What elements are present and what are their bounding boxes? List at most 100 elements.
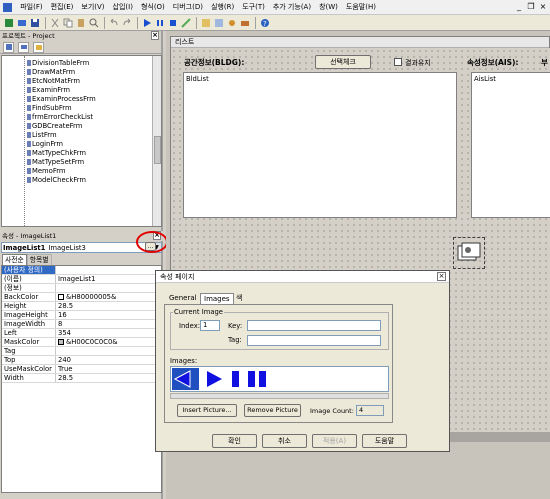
property-value[interactable]: 28.5 (56, 374, 161, 382)
property-value[interactable]: 354 (56, 329, 161, 337)
remove-picture-button[interactable]: Remove Picture (244, 404, 301, 417)
view-excel-icon[interactable] (3, 17, 14, 28)
toggle-folders-icon[interactable] (33, 41, 44, 53)
images-strip-scrollbar[interactable] (170, 393, 389, 399)
project-tree-scrollbar[interactable] (152, 56, 161, 226)
view-code-icon[interactable] (3, 41, 14, 53)
project-tree-item[interactable]: DrawMatFrm (2, 68, 161, 77)
property-row[interactable]: (이름) ImageList1 (2, 275, 161, 284)
ais-listbox[interactable]: AisList (471, 72, 550, 218)
menu-item-9[interactable]: 창(W) (315, 0, 342, 15)
restore-button[interactable]: ❐ (526, 2, 536, 12)
dialog-close-icon[interactable]: × (437, 272, 446, 281)
property-value[interactable]: 240 (56, 356, 161, 364)
property-row[interactable]: (정보) (2, 284, 161, 293)
property-value[interactable]: 16 (56, 311, 161, 319)
break-icon[interactable] (154, 17, 165, 28)
tab-color[interactable]: 색 (233, 293, 245, 304)
project-tree-item[interactable]: ExaminFrm (2, 86, 161, 95)
project-tree-item[interactable]: frmErrorCheckList (2, 113, 161, 122)
property-row[interactable]: Top 240 (2, 356, 161, 365)
design-mode-icon[interactable] (180, 17, 191, 28)
index-field[interactable]: 1 (200, 320, 220, 331)
property-value[interactable]: ImageList1 (56, 275, 161, 283)
run-icon[interactable] (141, 17, 152, 28)
help-button[interactable]: 도움말 (362, 434, 407, 448)
project-tree-item[interactable]: MemoFrm (2, 167, 161, 176)
key-field[interactable] (247, 320, 381, 331)
toolbox-icon[interactable] (239, 17, 250, 28)
property-row[interactable]: ImageHeight 16 (2, 311, 161, 320)
imagelist-control[interactable] (453, 237, 485, 269)
find-icon[interactable] (88, 17, 99, 28)
property-value[interactable] (56, 347, 161, 355)
property-row[interactable]: ImageWidth 8 (2, 320, 161, 329)
property-row[interactable]: MaskColor &H00C0C0C0& (2, 338, 161, 347)
view-object-icon[interactable] (18, 41, 29, 53)
property-value[interactable]: 8 (56, 320, 161, 328)
property-row[interactable]: Left 354 (2, 329, 161, 338)
tab-general[interactable]: General (166, 293, 200, 304)
menu-item-5[interactable]: 디버그(D) (169, 0, 207, 15)
image-thumb-2[interactable] (201, 368, 228, 390)
property-value[interactable]: True (56, 365, 161, 373)
select-check-button[interactable]: 선택체크 (315, 55, 371, 69)
help-icon[interactable]: ? (259, 17, 270, 28)
close-button[interactable]: × (538, 2, 548, 12)
save-icon[interactable] (29, 17, 40, 28)
images-strip[interactable] (170, 366, 389, 392)
image-thumb-3[interactable] (230, 368, 240, 390)
ok-button[interactable]: 확인 (212, 434, 257, 448)
project-tree-item[interactable]: LoginFrm (2, 140, 161, 149)
project-tree-item[interactable]: FindSubFrm (2, 104, 161, 113)
project-tree-item[interactable]: MatTypeChkFrm (2, 149, 161, 158)
project-tree-item[interactable]: ExaminProcessFrm (2, 95, 161, 104)
menu-item-8[interactable]: 추가 기능(A) (269, 0, 315, 15)
keep-result-checkbox[interactable] (394, 58, 402, 66)
minimize-button[interactable]: _ (514, 2, 524, 12)
project-tree-item[interactable]: ModelCheckFrm (2, 176, 161, 185)
undo-icon[interactable] (108, 17, 119, 28)
property-value[interactable]: 28.5 (56, 302, 161, 310)
menu-item-3[interactable]: 삽입(I) (109, 0, 137, 15)
property-row[interactable]: Height 28.5 (2, 302, 161, 311)
property-value[interactable] (56, 284, 161, 292)
property-value[interactable]: &H80000005& (56, 293, 161, 301)
insert-userform-icon[interactable] (16, 17, 27, 28)
properties-window-icon[interactable] (213, 17, 224, 28)
project-panel-close-button[interactable]: × (151, 31, 159, 40)
bldg-listbox[interactable]: BldList (183, 72, 457, 218)
tab-categorized[interactable]: 항목별 (26, 254, 52, 265)
menu-item-0[interactable]: 파일(F) (16, 0, 46, 15)
reset-icon[interactable] (167, 17, 178, 28)
tab-images[interactable]: Images (200, 293, 234, 304)
menu-item-7[interactable]: 도구(T) (238, 0, 269, 15)
object-browser-icon[interactable] (226, 17, 237, 28)
copy-icon[interactable] (62, 17, 73, 28)
apply-button[interactable]: 적용(A) (312, 434, 357, 448)
project-tree-item[interactable]: EtcNotMatFrm (2, 77, 161, 86)
paste-icon[interactable] (75, 17, 86, 28)
menu-item-4[interactable]: 형식(O) (137, 0, 169, 15)
project-tree-item[interactable]: ListFrm (2, 131, 161, 140)
cut-icon[interactable] (49, 17, 60, 28)
redo-icon[interactable] (121, 17, 132, 28)
property-value[interactable] (56, 266, 161, 274)
scrollbar-thumb[interactable] (154, 136, 161, 164)
menu-item-1[interactable]: 편집(E) (47, 0, 78, 15)
property-row[interactable]: Tag (2, 347, 161, 356)
property-row[interactable]: UseMaskColor True (2, 365, 161, 374)
insert-picture-button[interactable]: Insert Picture... (177, 404, 237, 417)
property-row[interactable]: BackColor &H80000005& (2, 293, 161, 302)
menu-item-6[interactable]: 실행(R) (207, 0, 238, 15)
project-tree-item[interactable]: DivisionTableFrm (2, 59, 161, 68)
cancel-button[interactable]: 취소 (262, 434, 307, 448)
tab-alphabetic[interactable]: 사전순 (2, 254, 27, 265)
project-explorer-icon[interactable] (200, 17, 211, 28)
project-tree-item[interactable]: MatTypeSetFrm (2, 158, 161, 167)
project-tree-item[interactable]: GDBCreateFrm (2, 122, 161, 131)
property-row[interactable]: Width 28.5 (2, 374, 161, 383)
property-row[interactable]: (사용자 정의) (2, 266, 161, 275)
image-thumb-4[interactable] (244, 368, 271, 390)
tag-field[interactable] (247, 335, 381, 346)
